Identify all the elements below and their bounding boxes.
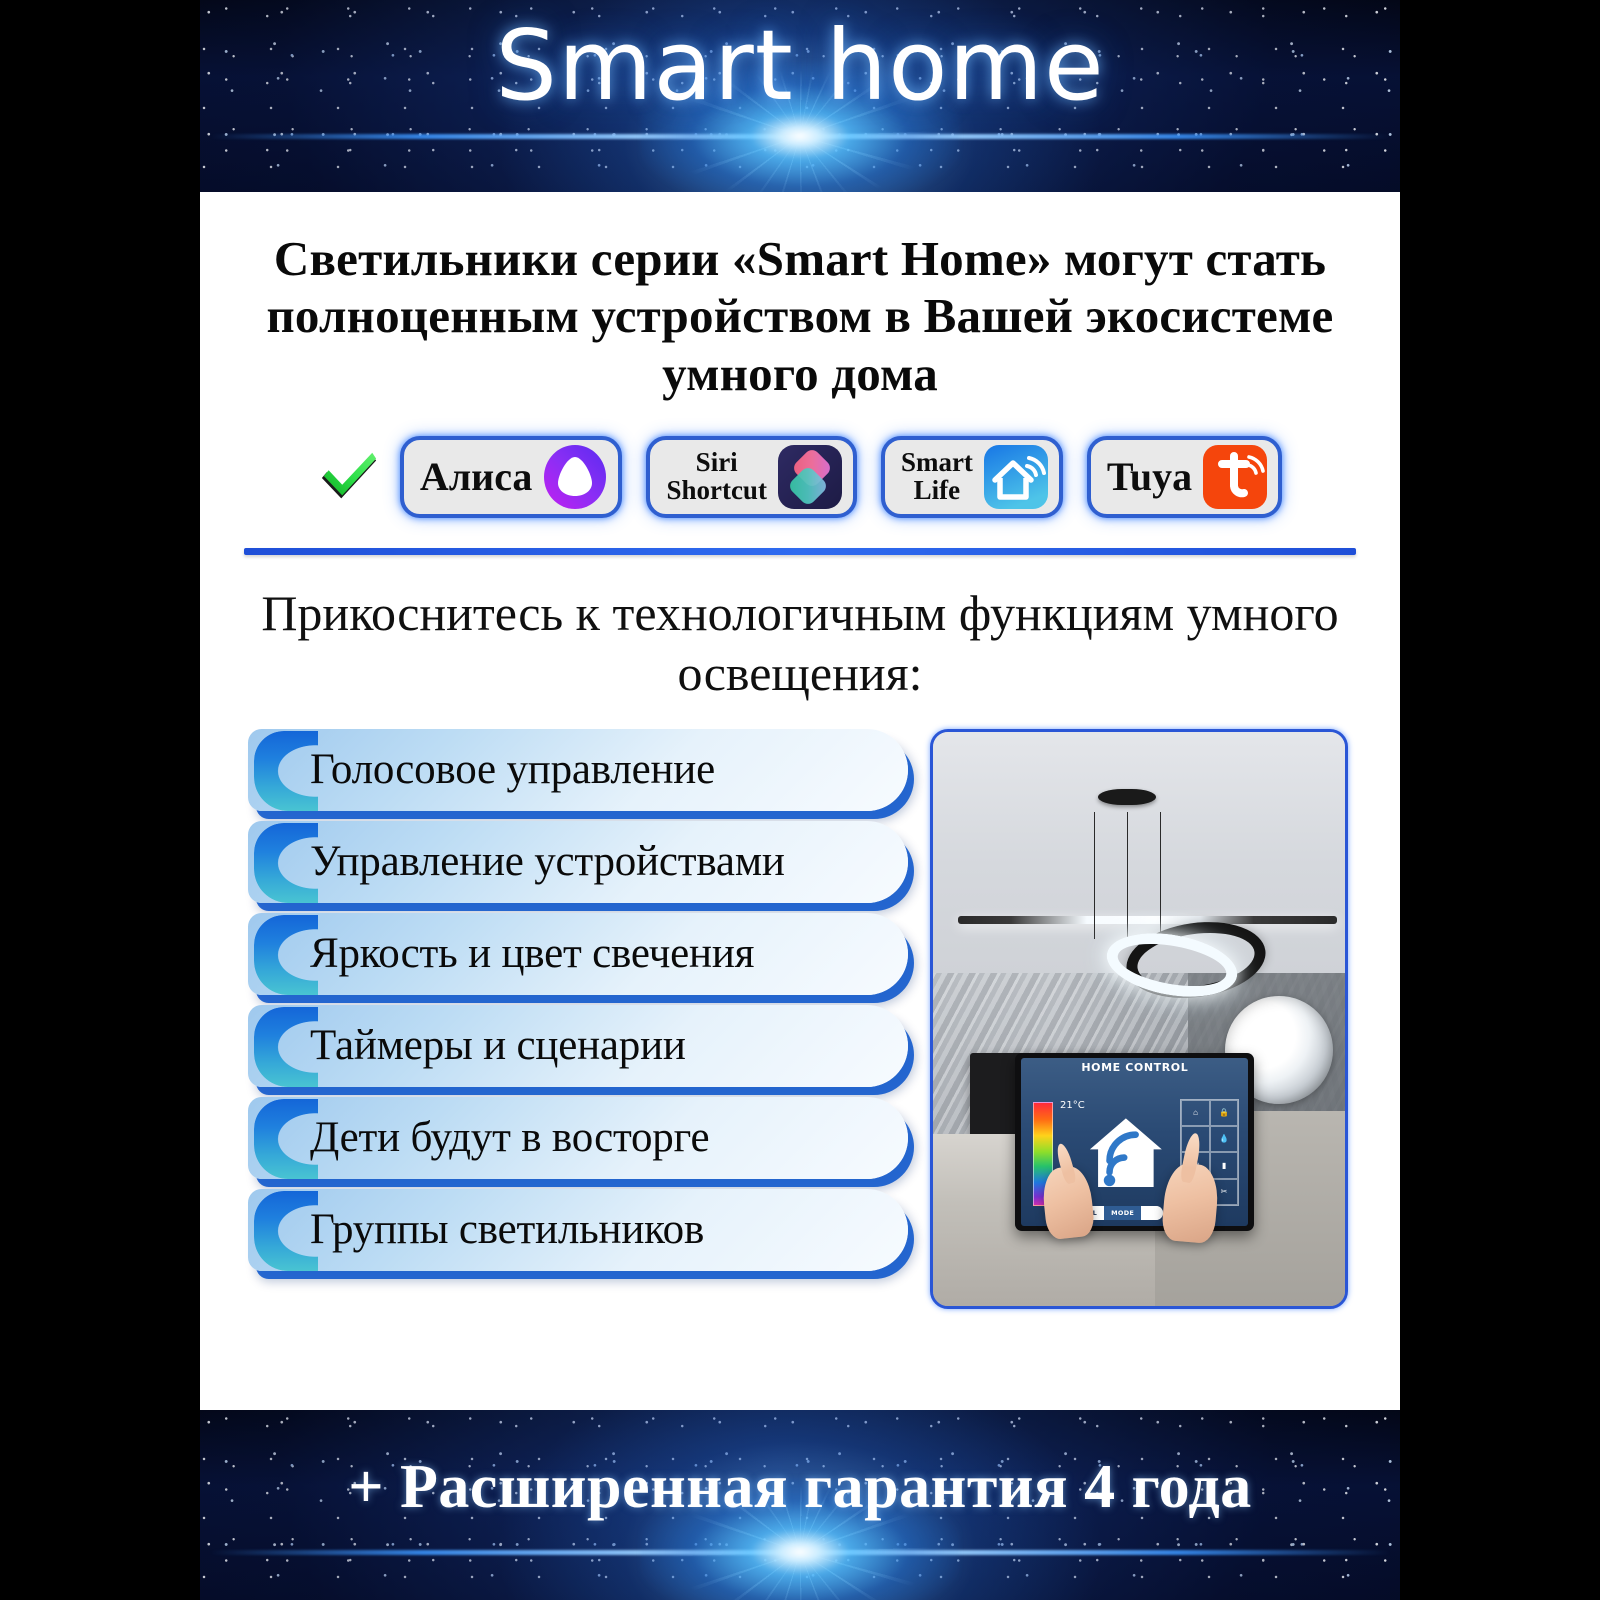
banner-title: Smart home [495,9,1105,122]
badge-smart-life[interactable]: Smart Life [880,435,1063,518]
badge-siri-label: Siri Shortcut [666,449,767,504]
feature-pill[interactable]: Группы светильников [248,1188,908,1271]
flare-bar [210,134,1390,139]
badge-alisa[interactable]: Алиса [399,435,623,518]
ecosystem-badge-row: Алиса Siri Shortcut Smart Life Tuya [200,435,1400,518]
tablet-lock-icon[interactable]: 🔒 [1209,1099,1239,1127]
feature-pill-label: Яркость и цвет свечения [310,930,755,978]
feature-pill-label: Управление устройствами [310,838,785,886]
badge-tuya[interactable]: Tuya [1086,435,1283,518]
tablet-temperature: 21°C [1059,1100,1085,1112]
feature-pill[interactable]: Голосовое управление [248,728,908,811]
feature-pill[interactable]: Управление устройствами [248,820,908,903]
feature-pill-list: Голосовое управление Управление устройст… [248,728,908,1271]
poster-root: Smart home Светильники серии «Smart Home… [0,0,1600,1600]
badge-siri-line2: Shortcut [666,474,767,505]
feature-pill-label: Голосовое управление [310,746,715,794]
photo-lamp-wire [1159,812,1162,939]
feature-pill[interactable]: Яркость и цвет свечения [248,912,908,995]
feature-pill[interactable]: Таймеры и сценарии [248,1004,908,1087]
headline: Светильники серии «Smart Home» могут ста… [266,231,1334,401]
badge-smartlife-label: Smart Life [901,449,973,504]
tablet-thermometer-icon[interactable]: ▮ [1209,1152,1239,1179]
tablet-home-icon[interactable]: ⌂ [1181,1099,1210,1127]
alice-logo-icon [544,444,607,509]
warranty-text: + Расширенная гарантия 4 года [348,1453,1252,1521]
smart-life-logo-icon [983,444,1048,509]
tablet-house-wifi-icon [1089,1118,1162,1187]
section-divider [244,547,1356,555]
feature-pill[interactable]: Дети будут в восторге [248,1096,908,1179]
content-card: Светильники серии «Smart Home» могут ста… [200,192,1400,1410]
photo-pendant-lamp [1101,914,1301,1007]
photo-lamp-wire [1093,812,1096,939]
badge-tuya-label: Tuya [1106,453,1193,499]
tuya-logo-icon [1203,444,1268,509]
photo-lamp-canopy [1097,789,1156,806]
feature-pill-label: Группы светильников [310,1206,705,1254]
photo-lamp-wire [1126,812,1129,939]
badge-siri-shortcut[interactable]: Siri Shortcut [646,435,857,518]
badge-smartlife-line2: Life [913,474,961,505]
flare-bar [210,1550,1390,1555]
tablet-tab-spacer: . [1141,1205,1164,1220]
tablet-water-drop-icon[interactable]: 💧 [1209,1126,1239,1153]
badge-smartlife-line1: Smart [900,447,973,478]
siri-shortcuts-logo-icon [777,444,842,509]
feature-pill-label: Таймеры и сценарии [310,1022,686,1070]
tablet-tab-mode[interactable]: MODE [1104,1205,1142,1220]
features-and-photo: Голосовое управление Управление устройст… [200,728,1400,1309]
smart-home-interior-photo: HOME CONTROL 21°C ⌂ 🔒 💧 ▮ ✂ MODE [930,728,1348,1309]
badge-alisa-label: Алиса [419,453,533,499]
green-check-icon [321,452,376,499]
badge-siri-line1: Siri [695,447,738,478]
subheading: Прикоснитесь к технологичным функциям ум… [261,584,1339,701]
feature-pill-label: Дети будут в восторге [310,1114,710,1162]
photo-tablet[interactable]: HOME CONTROL 21°C ⌂ 🔒 💧 ▮ ✂ MODE [1015,1053,1255,1245]
tablet-title: HOME CONTROL [1081,1061,1189,1075]
